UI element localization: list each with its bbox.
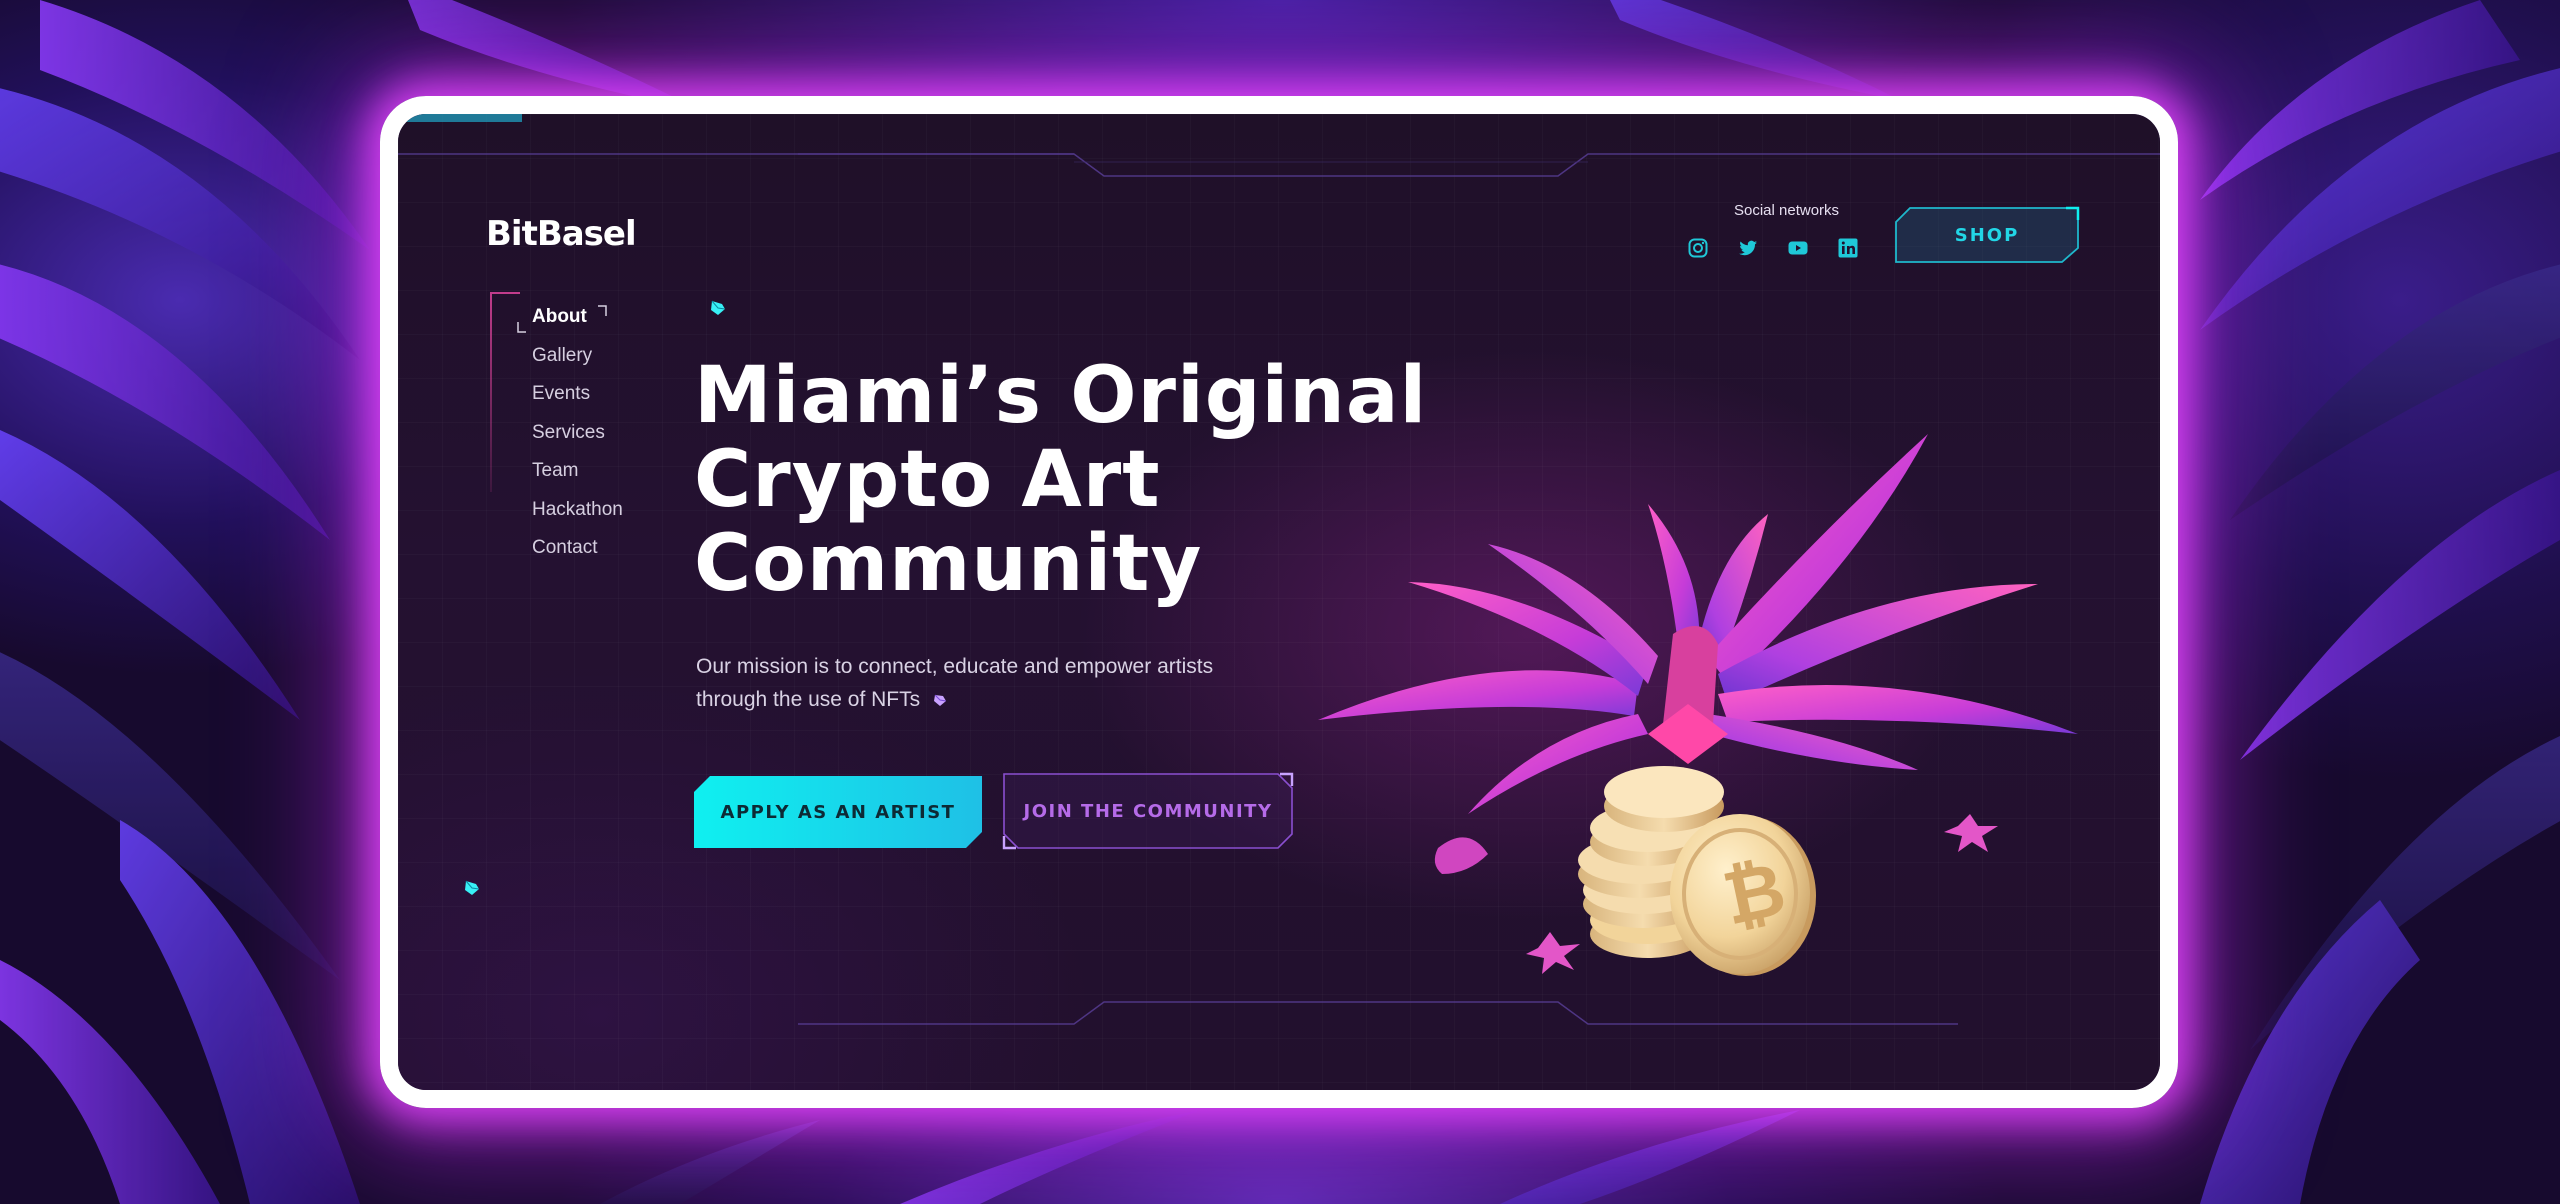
nav-item-services[interactable]: Services <box>532 414 623 453</box>
mission-text-body: Our mission is to connect, educate and e… <box>696 655 1214 711</box>
nav-item-hackathon[interactable]: Hackathon <box>532 491 623 530</box>
cyan-gem-icon <box>465 880 480 895</box>
website-screen: BitBasel Social networks SHOP About Gall… <box>398 114 2160 1090</box>
palm-tree-bitcoin-illustration: ₿ <box>1318 434 2078 976</box>
social-networks-label: Social networks <box>1734 202 1840 219</box>
nav-indicator-line <box>490 292 492 492</box>
social-icons <box>1688 238 1858 258</box>
shop-button[interactable]: SHOP <box>1894 206 2080 264</box>
purple-gem-icon <box>933 694 947 706</box>
youtube-icon[interactable] <box>1788 238 1808 258</box>
nav-item-team[interactable]: Team <box>532 452 623 491</box>
apply-as-artist-button[interactable]: APPLY AS AN ARTIST <box>694 776 982 848</box>
nav-item-about[interactable]: About <box>532 298 623 337</box>
linkedin-icon[interactable] <box>1838 238 1858 258</box>
join-community-button[interactable]: JOIN THE COMMUNITY <box>1002 772 1294 850</box>
shop-button-wrapper: SHOP <box>1894 206 2080 264</box>
nav-item-contact[interactable]: Contact <box>532 529 623 568</box>
mission-text: Our mission is to connect, educate and e… <box>696 650 1256 716</box>
twitter-icon[interactable] <box>1738 238 1758 258</box>
headline-line-1: Miami’s Original <box>694 351 1428 441</box>
cyan-gem-icon <box>711 300 726 315</box>
bitbasel-logo[interactable]: BitBasel <box>486 214 637 254</box>
nav-item-events[interactable]: Events <box>532 375 623 414</box>
instagram-icon[interactable] <box>1688 238 1708 258</box>
nav-indicator-cap <box>490 292 520 294</box>
join-community-button-wrapper: JOIN THE COMMUNITY <box>1002 772 1294 850</box>
nav-item-gallery[interactable]: Gallery <box>532 337 623 376</box>
